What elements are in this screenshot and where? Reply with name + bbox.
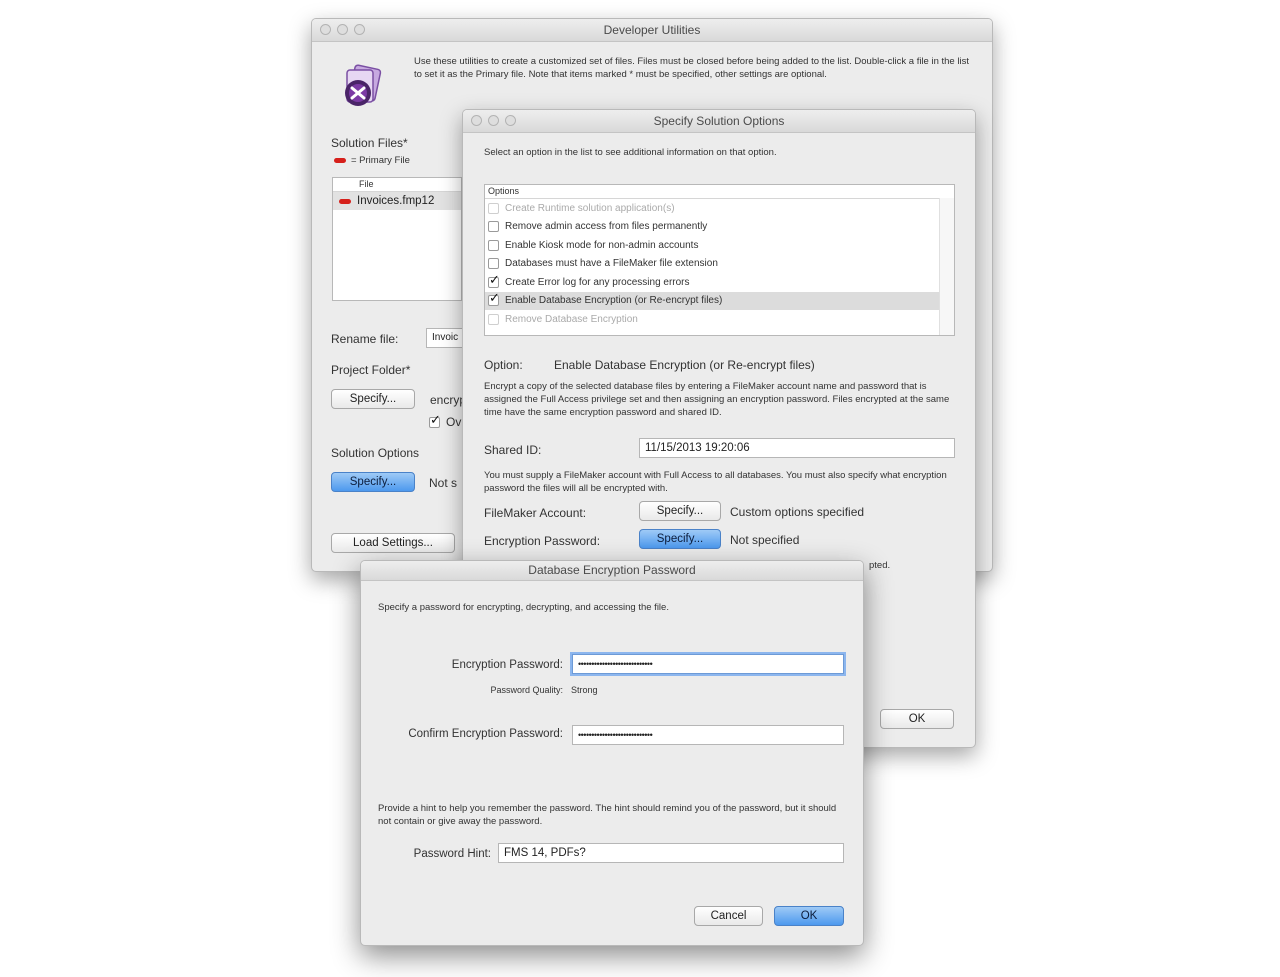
project-folder-label: Project Folder* bbox=[331, 363, 411, 377]
solution-options-status: Not s bbox=[429, 476, 458, 490]
password-quality-value: Strong bbox=[571, 685, 598, 695]
option-label-heading: Option: bbox=[484, 358, 523, 372]
options-list[interactable]: Options Create Runtime solution applicat… bbox=[484, 184, 955, 336]
encryption-password-label: Encryption Password: bbox=[451, 659, 563, 671]
primary-file-marker-icon bbox=[334, 158, 346, 163]
window-title: Developer Utilities bbox=[603, 23, 701, 37]
option-checkbox[interactable] bbox=[488, 258, 499, 270]
option-item[interactable]: Create Runtime solution application(s) bbox=[485, 199, 940, 218]
checkmark-icon: ✓ bbox=[489, 290, 500, 306]
overwrite-checkbox[interactable]: ✓ bbox=[429, 413, 441, 428]
solution-options-label: Solution Options bbox=[331, 446, 420, 460]
primary-file-legend: = Primary File bbox=[334, 154, 410, 167]
close-window-button[interactable] bbox=[471, 115, 482, 126]
option-checkbox[interactable] bbox=[488, 202, 499, 214]
option-checkbox[interactable] bbox=[488, 313, 499, 325]
solution-options-specify-button[interactable]: Specify... bbox=[331, 472, 415, 492]
option-item[interactable]: Enable Kiosk mode for non-admin accounts bbox=[485, 236, 940, 255]
option-label: Enable Database Encryption (or Re-encryp… bbox=[505, 295, 723, 307]
solution-files-list[interactable]: File Invoices.fmp12 bbox=[332, 177, 462, 301]
window-title: Specify Solution Options bbox=[653, 114, 785, 128]
encrypt-partial-label: encryp bbox=[430, 393, 467, 407]
window-controls bbox=[320, 24, 365, 35]
options-instruction: Select an option in the list to see addi… bbox=[484, 147, 777, 158]
option-label: Remove admin access from files permanent… bbox=[505, 221, 708, 233]
option-selected-name: Enable Database Encryption (or Re-encryp… bbox=[554, 358, 815, 372]
option-label: Create Error log for any processing erro… bbox=[505, 276, 690, 288]
dialog-title: Database Encryption Password bbox=[528, 563, 696, 577]
confirm-password-input[interactable]: •••••••••••••••••••••••••••• bbox=[572, 725, 844, 745]
encryption-password-dialog: Database Encryption Password Specify a p… bbox=[360, 560, 864, 946]
hint-instruction: Provide a hint to help you remember the … bbox=[378, 803, 837, 827]
zoom-window-button[interactable] bbox=[354, 24, 365, 35]
encryption-password-label: Encryption Password: bbox=[484, 534, 601, 548]
file-column-header[interactable]: File bbox=[333, 178, 461, 192]
password-hint-input[interactable]: FMS 14, PDFs? bbox=[498, 843, 844, 863]
minimize-window-button[interactable] bbox=[337, 24, 348, 35]
window-controls bbox=[471, 115, 516, 126]
option-checkbox[interactable] bbox=[488, 221, 499, 233]
option-description: Encrypt a copy of the selected database … bbox=[484, 381, 950, 418]
load-settings-button[interactable]: Load Settings... bbox=[331, 533, 455, 553]
solution-files-label: Solution Files* bbox=[331, 136, 408, 150]
primary-file-marker-icon bbox=[339, 198, 351, 204]
file-name: Invoices.fmp12 bbox=[357, 195, 435, 207]
checkmark-icon: ✓ bbox=[489, 271, 500, 287]
option-item-selected[interactable]: ✓ Enable Database Encryption (or Re-encr… bbox=[485, 291, 940, 310]
option-item[interactable]: Remove Database Encryption bbox=[485, 310, 940, 329]
partially-hidden-text: pted. bbox=[869, 560, 891, 571]
options-column-header[interactable]: Options bbox=[485, 185, 954, 199]
password-quality-label: Password Quality: bbox=[490, 685, 563, 695]
encryption-password-specify-button[interactable]: Specify... bbox=[639, 529, 721, 549]
account-note: You must supply a FileMaker account with… bbox=[484, 470, 947, 494]
filemaker-account-specify-button[interactable]: Specify... bbox=[639, 501, 721, 521]
option-label: Databases must have a FileMaker file ext… bbox=[505, 258, 718, 270]
solution-options-ok-button[interactable]: OK bbox=[880, 709, 954, 729]
minimize-window-button[interactable] bbox=[488, 115, 499, 126]
rename-file-label: Rename file: bbox=[331, 332, 399, 346]
option-item[interactable]: Remove admin access from files permanent… bbox=[485, 218, 940, 237]
option-item[interactable]: ✓ Create Error log for any processing er… bbox=[485, 273, 940, 292]
overwrite-partial-label: Ov bbox=[446, 415, 462, 429]
option-checkbox[interactable]: ✓ bbox=[488, 273, 500, 288]
zoom-window-button[interactable] bbox=[505, 115, 516, 126]
dialog-instruction: Specify a password for encrypting, decry… bbox=[378, 602, 669, 613]
encryption-password-status: Not specified bbox=[730, 533, 800, 547]
close-window-button[interactable] bbox=[320, 24, 331, 35]
utilities-description: Use these utilities to create a customiz… bbox=[414, 56, 969, 80]
ok-button[interactable]: OK bbox=[774, 906, 844, 926]
options-scrollbar[interactable] bbox=[939, 198, 954, 335]
cancel-button[interactable]: Cancel bbox=[694, 906, 763, 926]
solution-options-titlebar: Specify Solution Options bbox=[463, 110, 975, 133]
filemaker-app-icon bbox=[338, 61, 388, 111]
shared-id-label: Shared ID: bbox=[484, 443, 542, 457]
developer-utilities-titlebar: Developer Utilities bbox=[312, 19, 992, 42]
overwrite-checkbox-row[interactable]: ✓ Ov bbox=[429, 413, 462, 429]
encryption-dialog-titlebar: Database Encryption Password bbox=[361, 561, 863, 581]
confirm-password-label: Confirm Encryption Password: bbox=[408, 728, 563, 740]
shared-id-input[interactable]: 11/15/2013 19:20:06 bbox=[639, 438, 955, 458]
option-label: Enable Kiosk mode for non-admin accounts bbox=[505, 239, 699, 251]
option-label: Create Runtime solution application(s) bbox=[505, 202, 675, 214]
project-folder-specify-button[interactable]: Specify... bbox=[331, 389, 415, 409]
password-hint-label: Password Hint: bbox=[413, 848, 491, 860]
option-item[interactable]: Databases must have a FileMaker file ext… bbox=[485, 255, 940, 274]
primary-file-legend-text: = Primary File bbox=[351, 155, 410, 166]
option-label: Remove Database Encryption bbox=[505, 313, 638, 325]
filemaker-account-status: Custom options specified bbox=[730, 505, 865, 519]
checkmark-icon: ✓ bbox=[430, 411, 441, 427]
encryption-password-input[interactable]: •••••••••••••••••••••••••••• bbox=[572, 654, 844, 674]
file-row[interactable]: Invoices.fmp12 bbox=[333, 192, 461, 210]
option-checkbox[interactable] bbox=[488, 239, 499, 251]
filemaker-account-label: FileMaker Account: bbox=[484, 506, 587, 520]
option-checkbox[interactable]: ✓ bbox=[488, 291, 500, 307]
